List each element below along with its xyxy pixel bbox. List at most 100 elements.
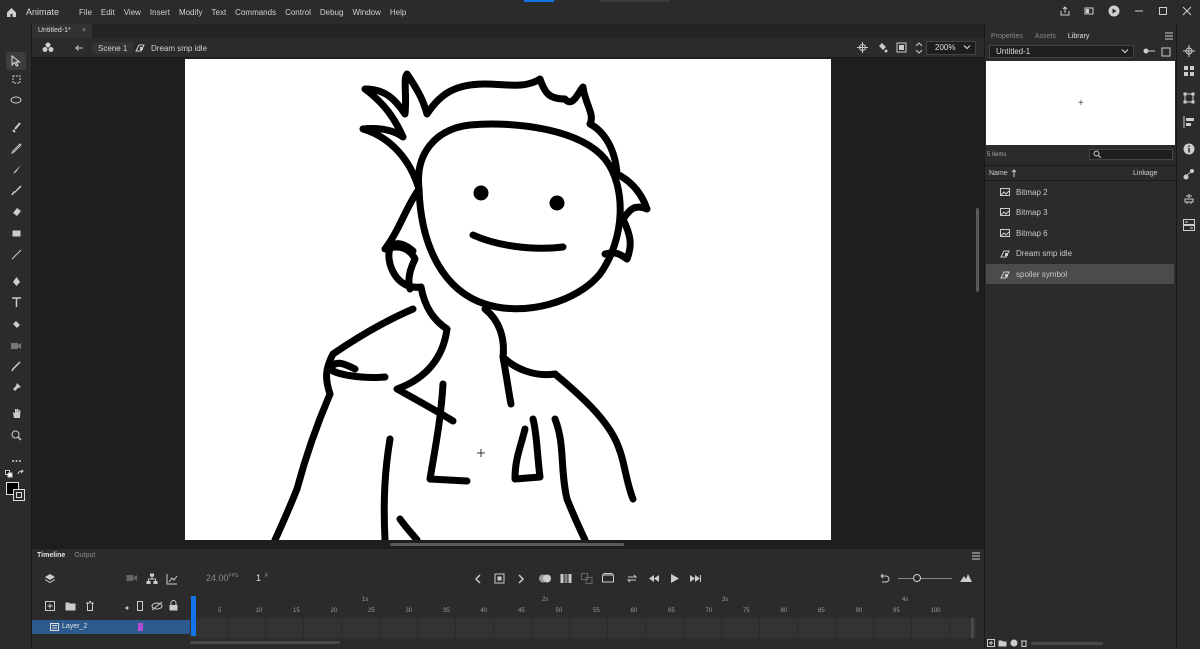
library-item[interactable]: Bitmap 6 bbox=[986, 223, 1174, 243]
library-search-input[interactable] bbox=[1089, 149, 1173, 160]
frame-grid[interactable] bbox=[190, 618, 976, 638]
vertical-scrollbar[interactable] bbox=[976, 208, 979, 292]
document-tab[interactable]: Untitled-1* × bbox=[32, 24, 92, 38]
selection-tool-icon[interactable] bbox=[6, 52, 26, 70]
new-folder-icon[interactable] bbox=[998, 639, 1007, 649]
layer-row[interactable]: Layer_2 bbox=[32, 620, 190, 634]
frame-tweens-icon[interactable] bbox=[581, 573, 593, 586]
timeline-menu-icon[interactable] bbox=[972, 552, 980, 562]
tab-library[interactable]: Library bbox=[1068, 31, 1089, 43]
insert-blank-icon[interactable] bbox=[602, 573, 614, 586]
share-icon[interactable] bbox=[1060, 6, 1070, 18]
timeline-zoom-handle[interactable] bbox=[913, 574, 921, 582]
tab-timeline[interactable]: Timeline bbox=[37, 549, 65, 562]
library-item[interactable]: Bitmap 3 bbox=[986, 202, 1174, 222]
edit-symbols-icon[interactable] bbox=[42, 42, 54, 55]
zoom-select[interactable]: 200% bbox=[926, 41, 976, 55]
column-linkage[interactable]: Linkage bbox=[1133, 170, 1158, 177]
menu-modify[interactable]: Modify bbox=[179, 8, 203, 17]
free-transform-tool-icon[interactable] bbox=[6, 70, 26, 88]
camera-tool-icon[interactable] bbox=[6, 336, 26, 354]
rotation-stepper-icon[interactable] bbox=[915, 41, 923, 57]
tab-close-icon[interactable]: × bbox=[82, 24, 86, 38]
new-folder-icon[interactable] bbox=[65, 601, 76, 613]
tab-properties[interactable]: Properties bbox=[991, 31, 1023, 43]
motion-presets-icon[interactable] bbox=[1182, 167, 1196, 181]
test-movie-icon[interactable] bbox=[1108, 5, 1120, 19]
eraser-tool-icon[interactable] bbox=[6, 202, 26, 220]
lock-layers-icon[interactable] bbox=[169, 600, 178, 613]
more-tools-icon[interactable] bbox=[6, 452, 26, 470]
align-left-icon[interactable] bbox=[1182, 115, 1196, 129]
library-item-selected[interactable]: spoiler symbol bbox=[986, 264, 1174, 284]
transform-panel-icon[interactable] bbox=[1182, 91, 1196, 105]
tab-assets[interactable]: Assets bbox=[1035, 31, 1056, 43]
layer-color-swatch[interactable] bbox=[138, 623, 143, 631]
clip-content-icon[interactable] bbox=[877, 42, 888, 55]
workspace-icon[interactable] bbox=[1084, 6, 1094, 18]
paint-brush-tool-icon[interactable] bbox=[6, 160, 26, 178]
character-drawing[interactable] bbox=[185, 59, 831, 540]
pen-tool-icon[interactable] bbox=[6, 272, 26, 290]
center-stage-icon[interactable] bbox=[857, 42, 868, 55]
close-icon[interactable] bbox=[1182, 6, 1192, 18]
fps-readout[interactable]: 24.00FPS bbox=[206, 573, 238, 583]
hide-layers-icon[interactable] bbox=[151, 601, 163, 613]
menu-view[interactable]: View bbox=[124, 8, 141, 17]
loop-icon[interactable] bbox=[626, 573, 638, 586]
parenting-view-icon[interactable] bbox=[146, 573, 158, 587]
menu-commands[interactable]: Commands bbox=[235, 8, 276, 17]
fluid-brush-tool-icon[interactable] bbox=[6, 181, 26, 199]
graph-icon[interactable] bbox=[166, 573, 178, 587]
frame-ruler[interactable]: 5 10 15 20 25 30 35 40 45 50 55 60 65 70 75 80 85 90 95 100… bbox=[190, 596, 976, 618]
default-colors-icon[interactable] bbox=[5, 470, 13, 478]
lasso-tool-icon[interactable] bbox=[6, 92, 26, 110]
insert-keyframe-icon[interactable] bbox=[494, 573, 505, 586]
panel-menu-icon[interactable] bbox=[1165, 32, 1173, 42]
align-icon[interactable] bbox=[1182, 44, 1196, 58]
play-icon[interactable] bbox=[670, 573, 680, 586]
breadcrumb-symbol[interactable]: Dream smp idle bbox=[135, 42, 207, 54]
timeline-h-scrollbar[interactable] bbox=[190, 641, 340, 644]
highlight-layers-icon[interactable] bbox=[125, 603, 129, 612]
menu-window[interactable]: Window bbox=[352, 8, 380, 17]
breadcrumb-scene[interactable]: Scene 1 bbox=[92, 42, 134, 54]
edit-multiple-frames-icon[interactable] bbox=[560, 573, 572, 586]
minimize-icon[interactable] bbox=[1134, 6, 1144, 18]
step-back-icon[interactable] bbox=[648, 573, 659, 586]
stage-size-icon[interactable] bbox=[896, 42, 907, 55]
outline-layers-icon[interactable] bbox=[137, 601, 143, 613]
back-arrow-icon[interactable] bbox=[74, 43, 84, 55]
layers-icon[interactable] bbox=[44, 573, 56, 587]
code-snippets-icon[interactable] bbox=[1182, 218, 1196, 232]
library-item[interactable]: Dream smp idle bbox=[986, 243, 1174, 263]
step-forward-icon[interactable] bbox=[690, 573, 701, 586]
library-document-select[interactable]: Untitled-1 bbox=[989, 45, 1134, 58]
previous-keyframe-icon[interactable] bbox=[474, 574, 482, 586]
line-tool-icon[interactable] bbox=[6, 245, 26, 263]
brush-tool-icon[interactable] bbox=[6, 118, 26, 136]
properties-icon[interactable] bbox=[1010, 639, 1018, 649]
fill-color-swatch[interactable] bbox=[13, 489, 25, 501]
swap-colors-icon[interactable] bbox=[17, 469, 25, 478]
pin-tool-icon[interactable] bbox=[6, 378, 26, 396]
stage-canvas[interactable] bbox=[185, 59, 831, 540]
delete-icon[interactable] bbox=[1020, 639, 1028, 649]
current-frame-readout[interactable]: 1F bbox=[256, 573, 268, 583]
camera-icon[interactable] bbox=[126, 573, 138, 585]
rectangle-tool-icon[interactable] bbox=[6, 224, 26, 242]
new-symbol-icon[interactable] bbox=[987, 639, 995, 649]
menu-text[interactable]: Text bbox=[212, 8, 227, 17]
library-scrollbar[interactable] bbox=[1031, 642, 1103, 645]
pin-library-icon[interactable] bbox=[1143, 47, 1155, 57]
menu-file[interactable]: File bbox=[79, 8, 92, 17]
sort-ascending-icon[interactable] bbox=[1011, 169, 1017, 179]
paint-bucket-tool-icon[interactable] bbox=[6, 315, 26, 333]
color-panel-icon[interactable] bbox=[1182, 64, 1196, 78]
delete-layer-icon[interactable] bbox=[85, 601, 95, 613]
timeline-zoom-slider[interactable] bbox=[898, 578, 952, 579]
new-library-panel-icon[interactable] bbox=[1161, 47, 1171, 59]
hand-tool-icon[interactable] bbox=[6, 404, 26, 422]
onion-skin-icon[interactable] bbox=[538, 573, 552, 586]
menu-help[interactable]: Help bbox=[390, 8, 406, 17]
